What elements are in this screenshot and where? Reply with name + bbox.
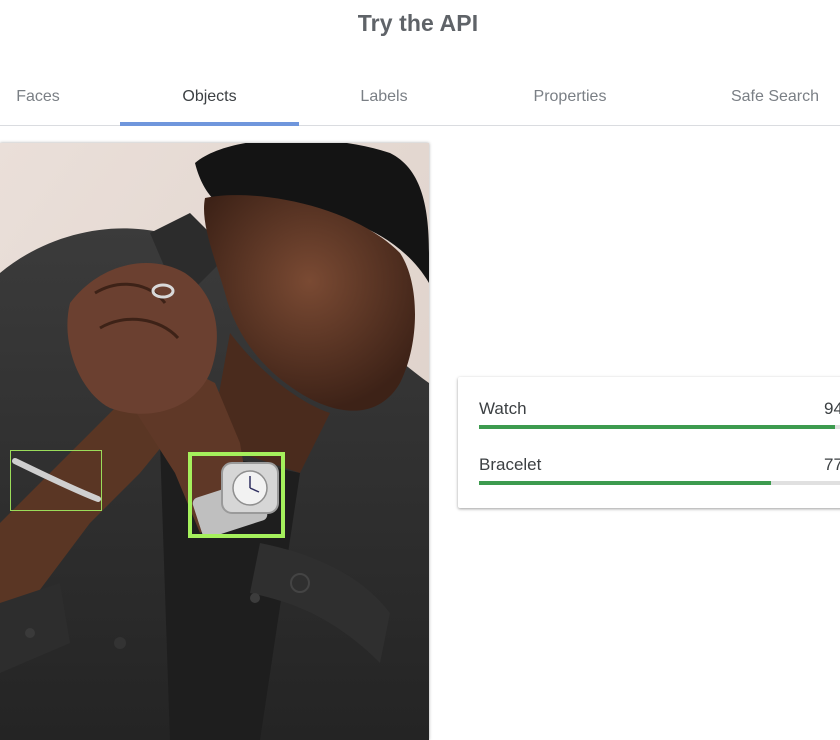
tab-safe-search[interactable]: Safe Search (710, 70, 840, 125)
tab-objects[interactable]: Objects (120, 70, 299, 126)
confidence-bar (479, 425, 840, 429)
detection-results-card: Watch 94 Bracelet 77 (458, 377, 840, 508)
result-row-watch[interactable]: Watch 94 (479, 397, 840, 437)
bracelet-bounding-box[interactable] (10, 450, 102, 511)
tab-bar: Faces Objects Labels Properties Safe Sea… (0, 70, 840, 126)
watch-bounding-box[interactable] (188, 452, 285, 538)
vision-api-demo: Try the API Faces Objects Labels Propert… (0, 0, 840, 740)
result-row-bracelet[interactable]: Bracelet 77 (479, 453, 840, 493)
tab-labels[interactable]: Labels (330, 70, 438, 125)
analyzed-photo (0, 143, 429, 740)
confidence-bar-fill (479, 425, 836, 429)
tab-faces[interactable]: Faces (0, 70, 76, 125)
result-score: 94 (824, 399, 840, 418)
result-label: Bracelet (479, 455, 542, 474)
page-title: Try the API (357, 10, 479, 36)
result-label: Watch (479, 399, 527, 418)
photo-illustration (0, 143, 429, 740)
result-score: 77 (824, 455, 840, 474)
confidence-bar (479, 481, 840, 485)
tab-properties[interactable]: Properties (510, 70, 630, 125)
confidence-bar-fill (479, 481, 771, 485)
